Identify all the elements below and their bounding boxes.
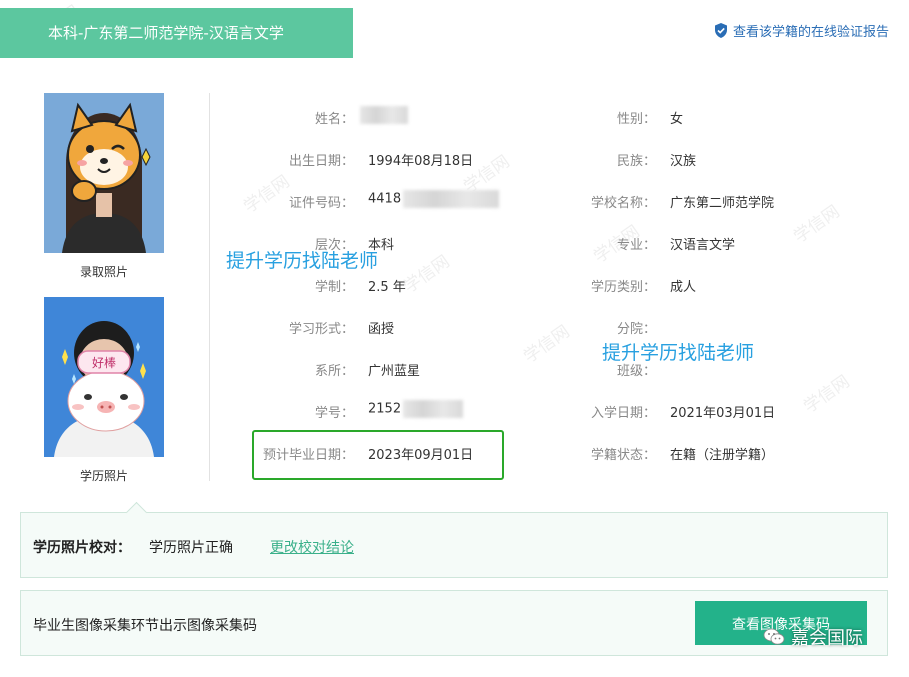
admission-photo xyxy=(44,93,164,253)
enrollment-date-value: 2021年03月01日 xyxy=(670,406,776,421)
name-label: 姓名： xyxy=(314,112,354,127)
department-label: 系所： xyxy=(314,364,354,379)
wechat-account-name: 嘉会国际 xyxy=(791,628,863,649)
study-mode-value: 函授 xyxy=(368,322,395,337)
redacted-block xyxy=(403,400,464,418)
graduation-highlight-box xyxy=(252,430,504,480)
wechat-icon xyxy=(763,628,785,645)
school-name-label: 学校名称： xyxy=(590,196,656,211)
record-header-tab[interactable]: 本科-广东第二师范学院-汉语言文学 xyxy=(0,8,353,58)
education-type-value: 成人 xyxy=(670,280,697,295)
faint-watermark: 学信网 xyxy=(240,171,294,218)
sticker-text: 好棒 xyxy=(91,356,116,370)
photo-portrait-1 xyxy=(44,93,164,253)
redacted-block xyxy=(360,106,408,124)
promo-watermark-right: 提升学历找陆老师 xyxy=(602,342,755,364)
image-collection-text: 毕业生图像采集环节出示图像采集码 xyxy=(33,618,257,634)
gender-value: 女 xyxy=(670,112,684,127)
verify-report-link[interactable]: 查看该学籍的在线验证报告 xyxy=(714,21,889,40)
study-duration-value: 2.5 年 xyxy=(368,280,406,295)
education-type-label: 学历类别： xyxy=(590,280,656,295)
name-value xyxy=(360,106,408,124)
photo-check-label: 学历照片校对： xyxy=(33,540,131,556)
status-value: 在籍（注册学籍） xyxy=(670,448,775,463)
faint-watermark: 学信网 xyxy=(400,251,454,298)
major-label: 专业： xyxy=(616,238,656,253)
photo-portrait-2 xyxy=(44,297,164,457)
status-label: 学籍状态： xyxy=(590,448,656,463)
degree-photo-caption: 学历照片 xyxy=(79,469,128,483)
faint-watermark: 学信网 xyxy=(800,371,854,418)
student-id-label: 学号： xyxy=(314,406,354,421)
faint-watermark: 学信网 xyxy=(520,321,574,368)
major-value: 汉语言文学 xyxy=(670,238,736,253)
enrollment-date-label: 入学日期： xyxy=(590,406,656,421)
photo-check-value: 学历照片正确 xyxy=(149,540,233,556)
birth-date-label: 出生日期： xyxy=(288,154,354,169)
column-divider xyxy=(209,93,210,481)
shield-check-icon xyxy=(714,23,727,38)
gender-label: 性别： xyxy=(616,112,656,127)
image-collection-panel: 毕业生图像采集环节出示图像采集码 查看图像采集码 xyxy=(20,590,888,656)
photo-check-panel: 学历照片校对： 学历照片正确 更改校对结论 xyxy=(20,501,888,578)
birth-date-value: 1994年08月18日 xyxy=(368,154,474,169)
school-name-value: 广东第二师范学院 xyxy=(670,196,775,211)
admission-photo-caption: 录取照片 xyxy=(79,265,128,279)
wechat-account-badge: 嘉会国际 xyxy=(763,624,863,650)
study-duration-label: 学制： xyxy=(314,280,354,295)
study-mode-label: 学习形式： xyxy=(288,322,354,337)
id-number-label: 证件号码： xyxy=(288,196,354,211)
change-check-result-link[interactable]: 更改校对结论 xyxy=(270,537,354,557)
faint-watermark: 学信网 xyxy=(790,201,844,248)
verify-report-label: 查看该学籍的在线验证报告 xyxy=(732,25,889,40)
degree-photo: 好棒 xyxy=(44,297,164,457)
ethnicity-label: 民族： xyxy=(616,154,656,169)
department-value: 广州蓝星 xyxy=(368,364,421,379)
id-number-value: 4418 xyxy=(368,190,500,208)
redacted-block xyxy=(403,190,500,208)
panel-pointer xyxy=(125,501,148,524)
ethnicity-value: 汉族 xyxy=(670,154,697,169)
branch-label: 分院： xyxy=(616,322,656,337)
student-id-value: 2152 xyxy=(368,400,464,418)
promo-watermark-left: 提升学历找陆老师 xyxy=(226,250,379,272)
